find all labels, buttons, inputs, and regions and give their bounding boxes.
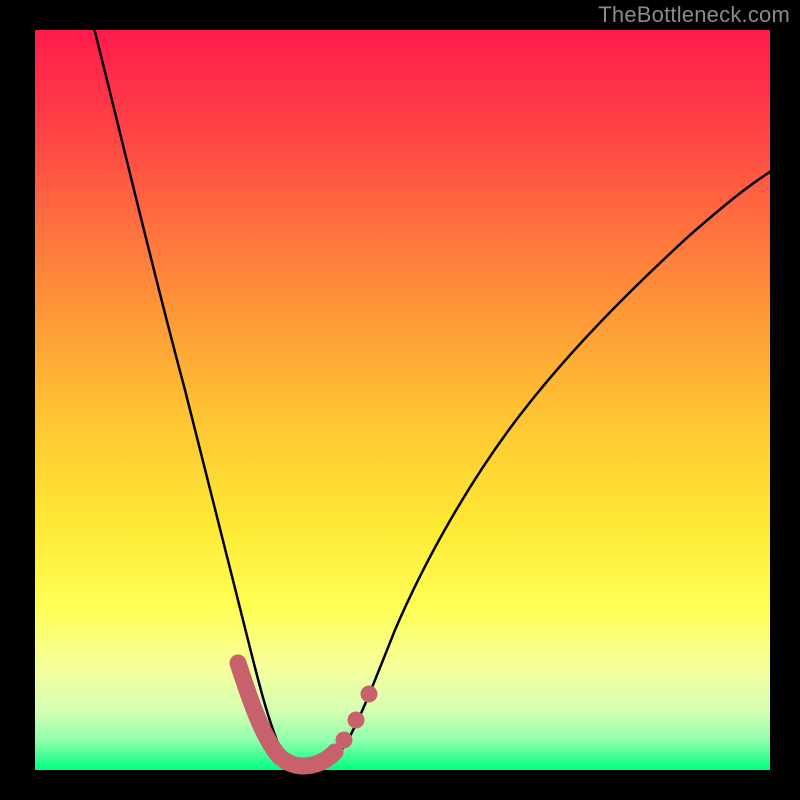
watermark-label: TheBottleneck.com <box>598 2 790 28</box>
plot-background-gradient <box>35 30 770 770</box>
marker-dot <box>348 712 365 729</box>
marker-dot <box>361 686 378 703</box>
marker-dot <box>336 732 353 749</box>
bottleneck-chart <box>0 0 800 800</box>
